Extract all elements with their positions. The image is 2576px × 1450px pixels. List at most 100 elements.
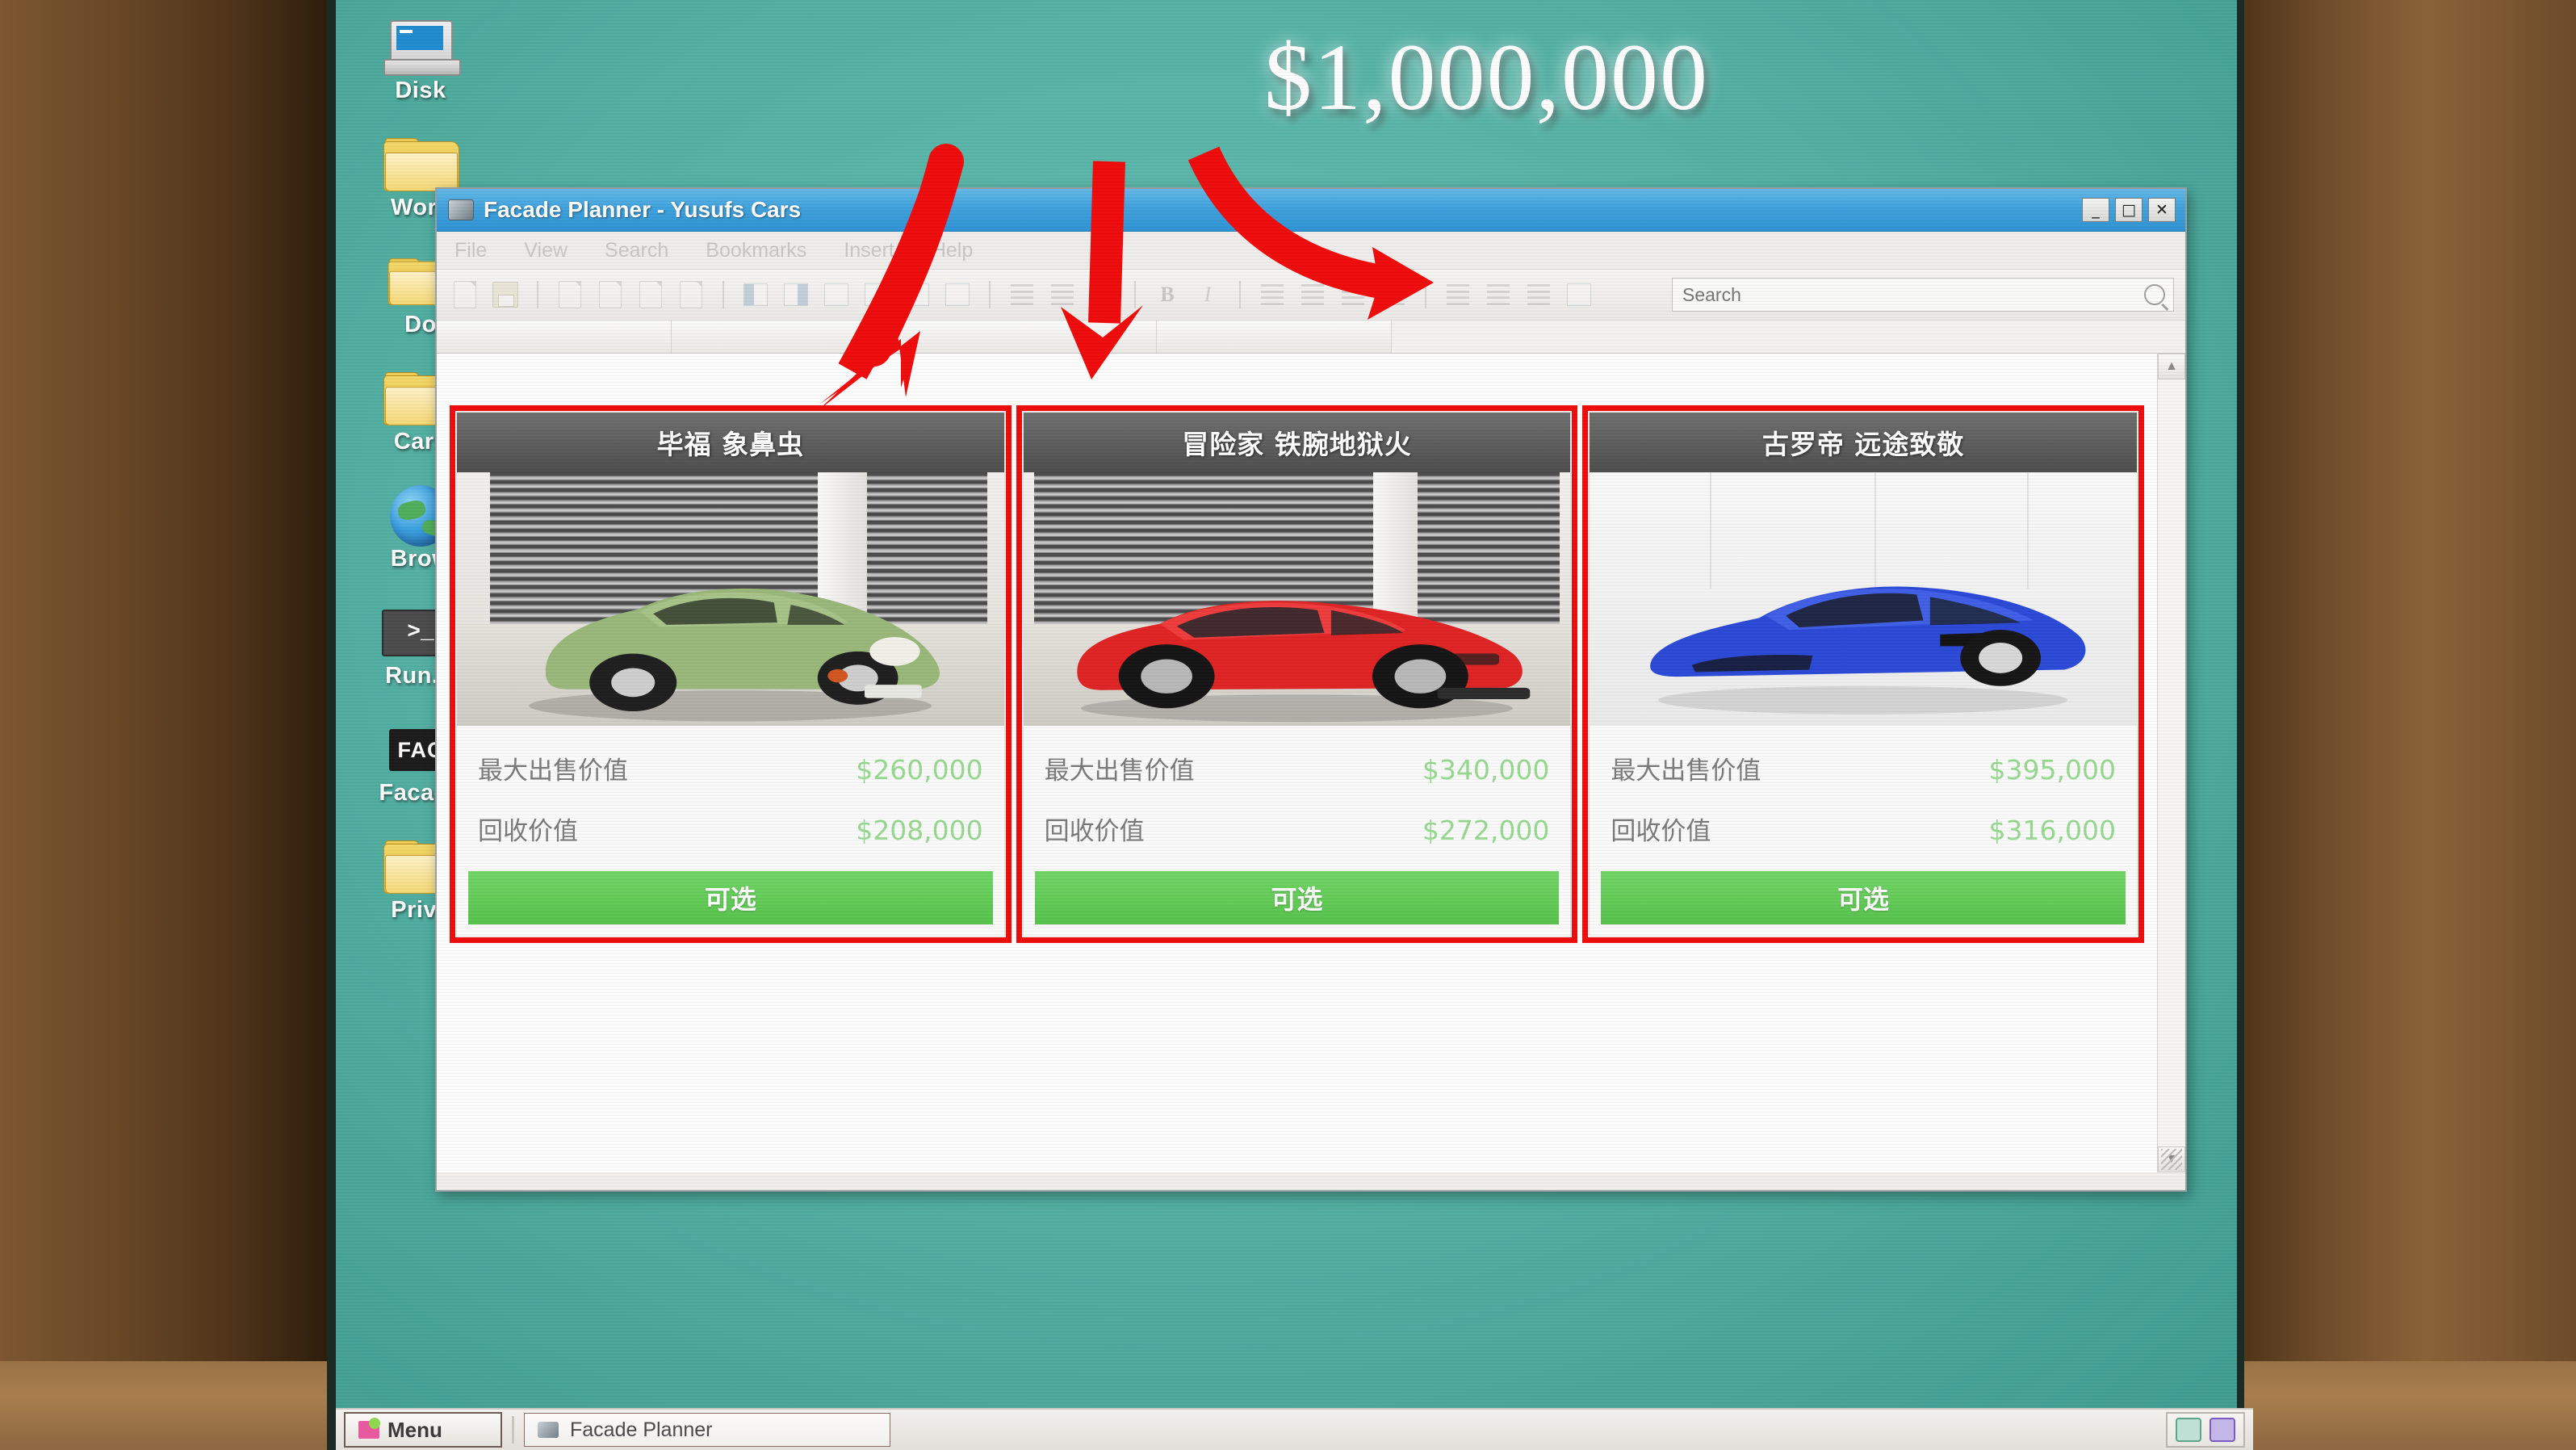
- toolbar-separator: [723, 281, 724, 308]
- window-title-bar[interactable]: Facade Planner - Yusufs Cars _ □ ✕: [437, 189, 2185, 232]
- page-list-icon[interactable]: [593, 278, 627, 312]
- new-document-icon[interactable]: [448, 278, 482, 312]
- indent-icon[interactable]: [1522, 278, 1556, 312]
- menu-item-help[interactable]: Help: [932, 239, 973, 262]
- table-row-icon[interactable]: [900, 278, 934, 312]
- availability-label: 可选: [1271, 884, 1323, 915]
- start-menu-label: Menu: [387, 1417, 442, 1442]
- italic-icon[interactable]: I: [1191, 278, 1225, 312]
- close-button[interactable]: ✕: [2148, 198, 2176, 222]
- save-icon[interactable]: [488, 278, 522, 312]
- vertical-scrollbar[interactable]: ▲ ▼: [2157, 354, 2185, 1172]
- list-bullet-icon[interactable]: [1441, 278, 1475, 312]
- search-input[interactable]: [1681, 283, 2144, 307]
- grid-icon[interactable]: [1005, 278, 1039, 312]
- desktop: Disk Work Do Cars Brow >_ Run.C FAC Faca…: [336, 0, 2237, 1410]
- toolbar-separator: [1425, 281, 1426, 308]
- stat-value: $260,000: [856, 754, 983, 786]
- tray-icon-network[interactable]: [2176, 1418, 2201, 1442]
- menu-item-insert[interactable]: Insert: [844, 239, 894, 262]
- folder-icon: [352, 135, 489, 195]
- stat-label: 回收价值: [478, 817, 578, 846]
- tray-icon-volume[interactable]: [2209, 1418, 2235, 1442]
- minimize-button[interactable]: _: [2082, 198, 2109, 222]
- stat-row: 最大出售价值 $395,000: [1611, 740, 2116, 801]
- search-box[interactable]: [1672, 278, 2174, 312]
- stat-label: 最大出售价值: [478, 756, 628, 786]
- list-number-icon[interactable]: [1481, 278, 1515, 312]
- toolbar-separator: [1239, 281, 1241, 308]
- toolbar-separator: [989, 281, 991, 308]
- start-menu-button[interactable]: Menu: [344, 1412, 502, 1448]
- menu-item-view[interactable]: View: [524, 239, 568, 262]
- menu-item-search[interactable]: Search: [605, 239, 668, 262]
- stat-value: $340,000: [1422, 754, 1550, 786]
- window-title: Facade Planner - Yusufs Cars: [484, 197, 802, 222]
- ruler-segment: [437, 321, 672, 353]
- vehicle-card[interactable]: 古罗帝 远途致敬 最大出售价值 $395,000 回收价值 $316,000 可…: [1582, 405, 2145, 943]
- stat-row: 回收价值 $316,000: [1611, 801, 2116, 861]
- stat-label: 回收价值: [1611, 817, 1711, 846]
- align-right-icon[interactable]: [1336, 278, 1370, 312]
- app-icon: [448, 199, 474, 220]
- ruler-filler: [1392, 321, 2185, 353]
- vehicle-card[interactable]: 冒险家 铁腕地狱火 最大出售价值 $340,000 回收价值 $272,000 …: [1016, 405, 1578, 943]
- computer-icon: [352, 18, 489, 78]
- vehicle-image: [457, 472, 1004, 726]
- vehicle-image: [1023, 472, 1571, 726]
- stat-row: 最大出售价值 $260,000: [478, 740, 983, 801]
- align-center-icon[interactable]: [1296, 278, 1330, 312]
- maximize-button[interactable]: □: [2115, 198, 2142, 222]
- resize-grip[interactable]: [2161, 1149, 2182, 1170]
- taskbar-item-label: Facade Planner: [570, 1418, 713, 1441]
- stat-value: $395,000: [1988, 754, 2117, 786]
- justify-icon[interactable]: [1376, 278, 1410, 312]
- screen-capture: Disk Work Do Cars Brow >_ Run.C FAC Faca…: [0, 0, 2576, 1450]
- table-icon[interactable]: [860, 278, 894, 312]
- wall-right: [2241, 0, 2576, 1450]
- vehicle-name: 古罗帝 远途致敬: [1761, 429, 1965, 460]
- vehicle-card[interactable]: 毕福 象鼻虫 最大出售价值 $260,000 回收价值 $208,000 可选: [450, 405, 1012, 943]
- cursor-icon[interactable]: [674, 278, 708, 312]
- stat-value: $272,000: [1422, 815, 1550, 846]
- ruler-tab-strip: [437, 321, 2185, 354]
- scrollbar-track[interactable]: [2158, 379, 2185, 1146]
- availability-button[interactable]: 可选: [1601, 871, 2126, 924]
- system-tray: [2166, 1412, 2245, 1448]
- availability-button[interactable]: 可选: [468, 871, 993, 924]
- menu-item-bookmarks[interactable]: Bookmarks: [706, 239, 806, 262]
- layout-full-icon[interactable]: [819, 278, 853, 312]
- availability-label: 可选: [704, 884, 756, 915]
- vehicle-card-list: 毕福 象鼻虫 最大出售价值 $260,000 回收价值 $208,000 可选 …: [437, 354, 2157, 1172]
- availability-button[interactable]: 可选: [1034, 871, 1560, 924]
- toolbar: B I: [437, 270, 2185, 321]
- facade-planner-window: Facade Planner - Yusufs Cars _ □ ✕ File …: [435, 187, 2187, 1192]
- stat-row: 回收价值 $208,000: [478, 801, 983, 861]
- ruler-segment: [672, 321, 1157, 353]
- availability-label: 可选: [1837, 884, 1890, 915]
- desktop-icon-disk[interactable]: Disk: [352, 18, 489, 104]
- start-menu-icon: [358, 1418, 380, 1439]
- page-text-icon[interactable]: [553, 278, 587, 312]
- align-left-icon[interactable]: [1255, 278, 1289, 312]
- search-icon[interactable]: [2144, 284, 2165, 305]
- taskbar-item-facade-planner[interactable]: Facade Planner: [524, 1413, 890, 1447]
- layout-left-icon[interactable]: [739, 278, 773, 312]
- toolbar-separator: [537, 281, 538, 308]
- border-icon[interactable]: [1562, 278, 1596, 312]
- columns-icon[interactable]: [1045, 278, 1079, 312]
- taskbar: Menu Facade Planner: [336, 1408, 2253, 1450]
- stat-value: $316,000: [1988, 815, 2117, 846]
- page-image-icon[interactable]: [634, 278, 668, 312]
- scroll-up-icon[interactable]: ▲: [2158, 354, 2185, 379]
- column-icon[interactable]: [940, 278, 974, 312]
- window-controls: _ □ ✕: [2082, 198, 2179, 222]
- frame-icon[interactable]: [1086, 278, 1120, 312]
- annotation-price: $1,000,000: [1264, 24, 1709, 130]
- bold-icon[interactable]: B: [1150, 278, 1184, 312]
- layout-right-icon[interactable]: [779, 278, 813, 312]
- menu-item-file[interactable]: File: [454, 239, 487, 262]
- toolbar-separator: [1134, 281, 1136, 308]
- ruler-segment: [1157, 321, 1392, 353]
- vehicle-stats: 最大出售价值 $260,000 回收价值 $208,000: [457, 726, 1004, 870]
